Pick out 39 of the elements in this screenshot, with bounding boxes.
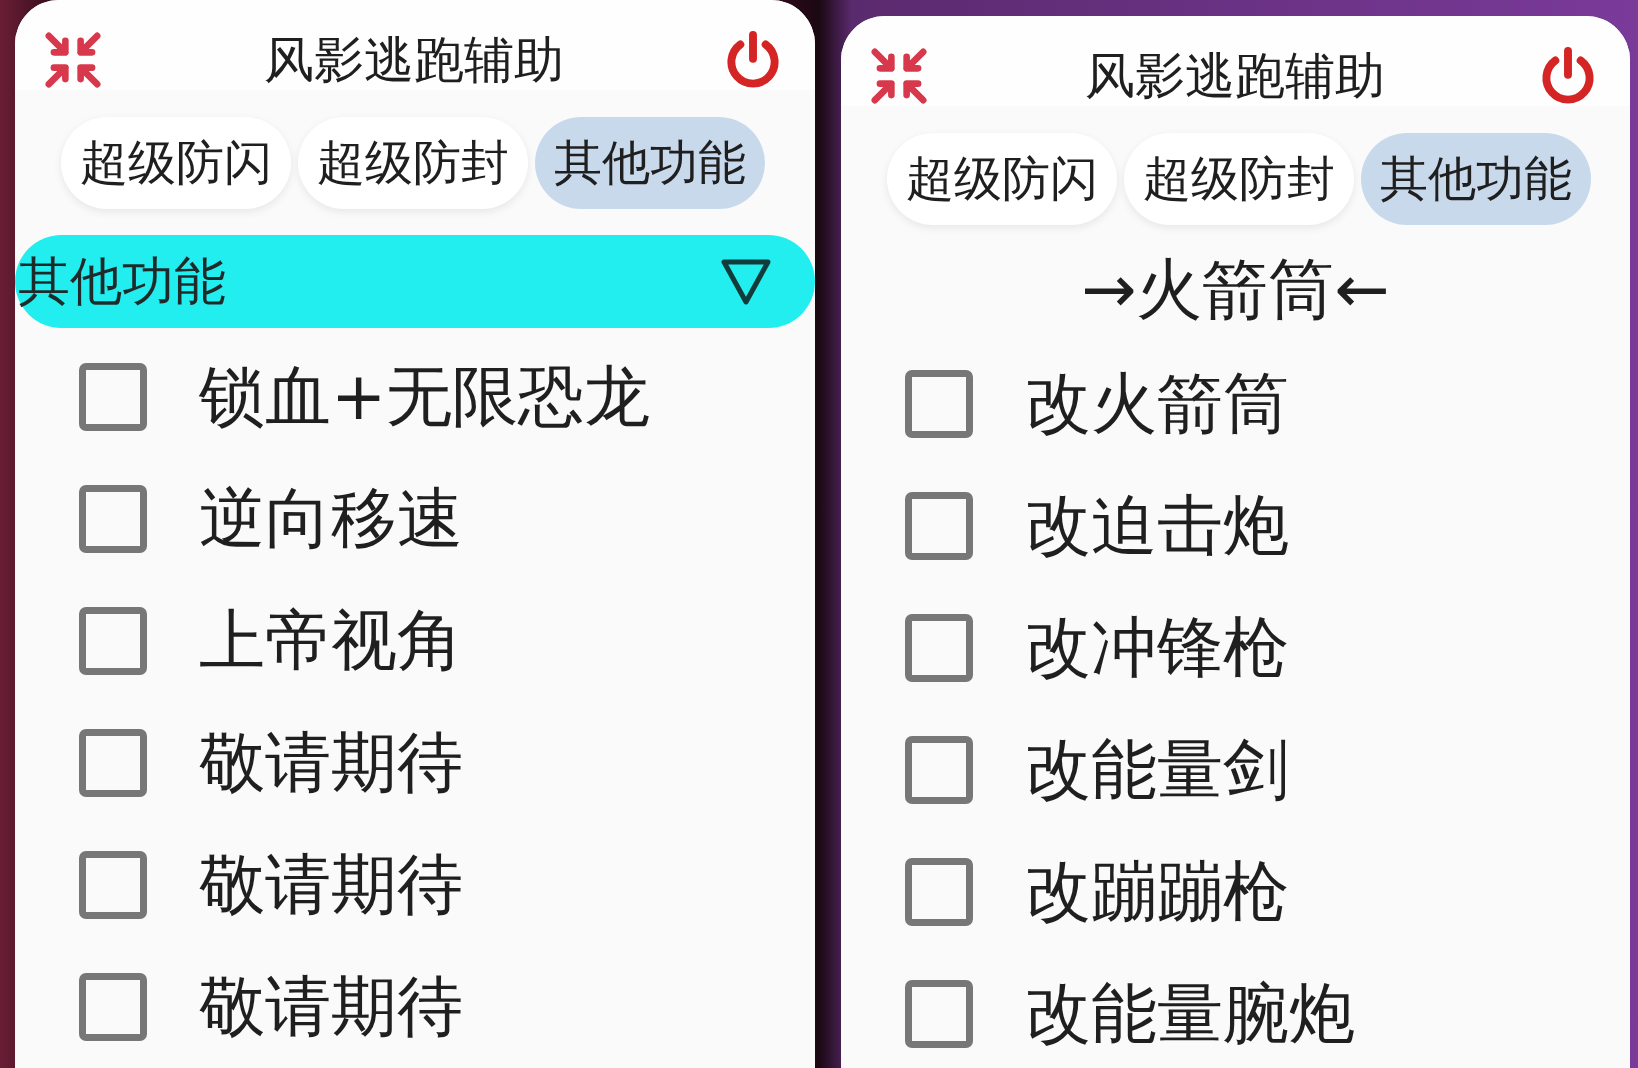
option-label: 逆向移速	[199, 479, 463, 559]
checkbox[interactable]	[905, 858, 973, 926]
tab[interactable]: 超级防封	[1124, 133, 1354, 225]
checkbox[interactable]	[79, 851, 147, 919]
power-icon[interactable]	[1540, 47, 1596, 105]
tab[interactable]: 超级防封	[298, 117, 528, 209]
option-label: 锁血+无限恐龙	[199, 357, 651, 437]
option-label: 敬请期待	[199, 845, 463, 925]
checkbox[interactable]	[905, 736, 973, 804]
checkbox[interactable]	[905, 370, 973, 438]
option-label: 改能量腕炮	[1025, 974, 1355, 1054]
option-label: 敬请期待	[199, 967, 463, 1047]
checkbox[interactable]	[905, 614, 973, 682]
checkbox[interactable]	[79, 729, 147, 797]
option-label: 改蹦蹦枪	[1025, 852, 1289, 932]
tab[interactable]: 其他功能	[535, 117, 765, 209]
tab[interactable]: 其他功能	[1361, 133, 1591, 225]
window-title: 风影逃跑辅助	[263, 30, 565, 90]
option-label: 上帝视角	[199, 601, 463, 681]
shrink-arrows-icon[interactable]	[871, 48, 927, 104]
checkbox[interactable]	[905, 980, 973, 1048]
option-label: 改迫击炮	[1025, 486, 1289, 566]
option-label: 改冲锋枪	[1025, 608, 1289, 688]
checkbox[interactable]	[79, 485, 147, 553]
window-title: 风影逃跑辅助	[1083, 46, 1386, 106]
checkbox[interactable]	[905, 492, 973, 560]
tab[interactable]: 超级防闪	[887, 133, 1117, 225]
section-heading: →火箭筒←	[1080, 250, 1391, 330]
shrink-arrows-icon[interactable]	[45, 32, 101, 88]
power-icon[interactable]	[725, 31, 781, 89]
option-label: 敬请期待	[199, 723, 463, 803]
caret-icon	[721, 258, 771, 305]
tab[interactable]: 超级防闪	[61, 117, 291, 209]
option-label: 改火箭筒	[1025, 364, 1289, 444]
checkbox[interactable]	[79, 973, 147, 1041]
section-dropdown[interactable]: 其他功能	[15, 235, 815, 328]
checkbox[interactable]	[79, 363, 147, 431]
checkbox[interactable]	[79, 607, 147, 675]
option-label: 改能量剑	[1025, 730, 1289, 810]
